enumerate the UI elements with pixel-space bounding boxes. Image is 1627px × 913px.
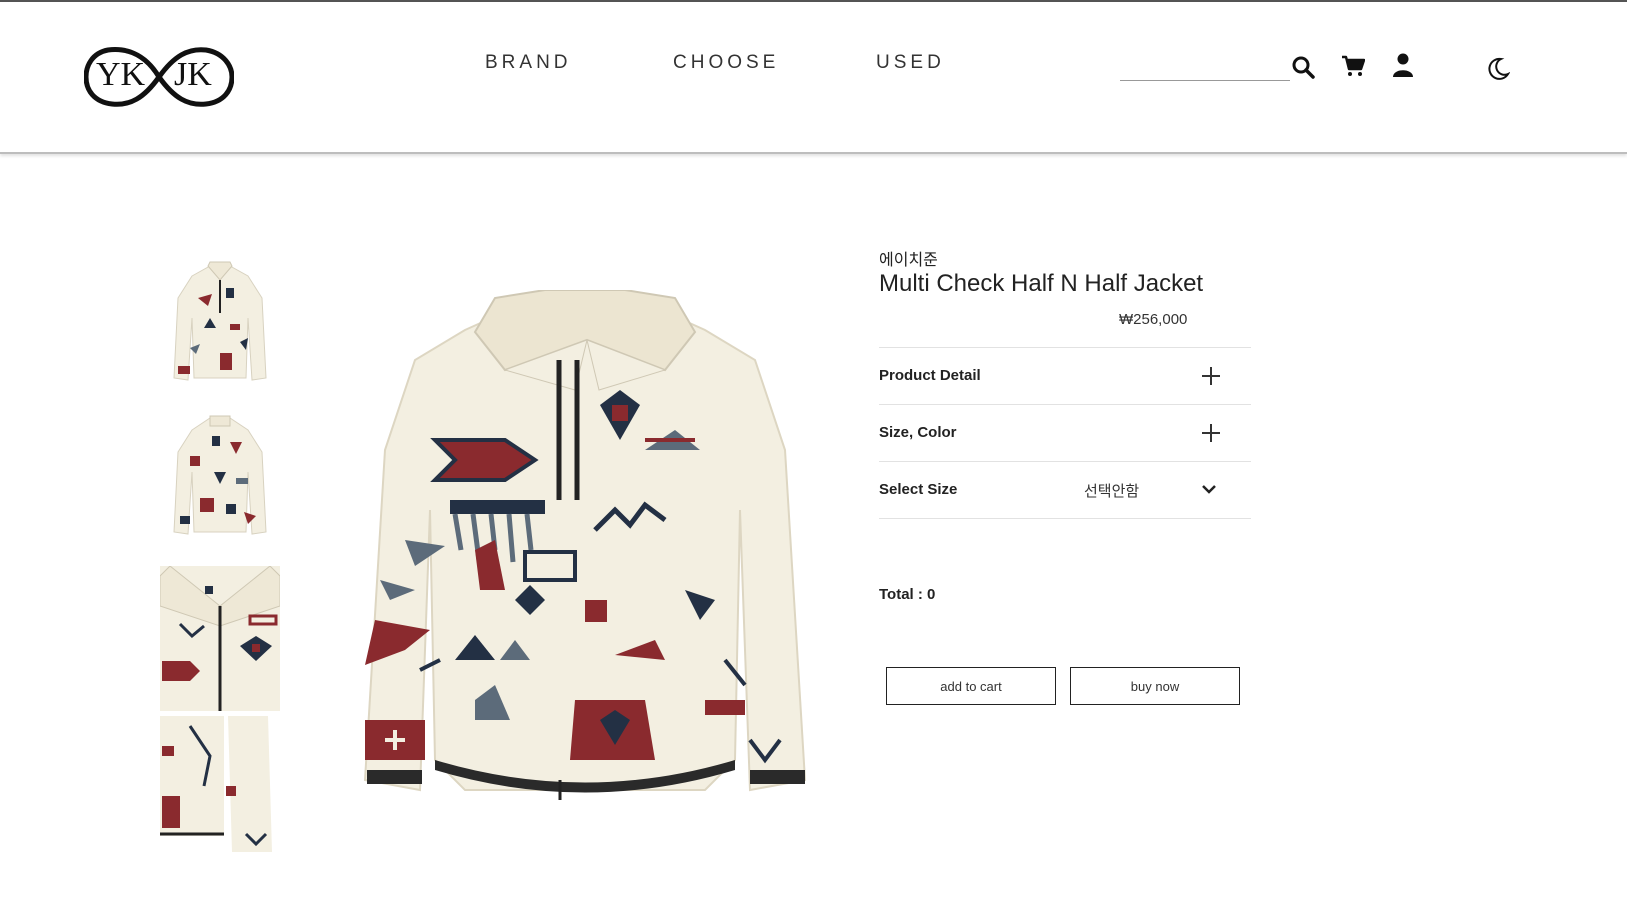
select-size-dropdown[interactable]: 선택안함 — [1084, 480, 1139, 501]
size-color-label: Size, Color — [879, 424, 957, 441]
thumbnail-back[interactable] — [160, 412, 280, 547]
site-header: YK JK BRAND CHOOSE USED — [0, 2, 1627, 154]
search-input[interactable] — [1120, 57, 1289, 81]
product-price: ₩256,000 — [1119, 311, 1188, 328]
user-icon[interactable] — [1392, 53, 1414, 82]
chevron-down-icon[interactable] — [1201, 482, 1217, 500]
total-amount: Total : 0 — [879, 586, 936, 603]
thumbnail-collar-detail[interactable] — [160, 566, 280, 711]
expand-plus-icon[interactable] — [1201, 366, 1221, 386]
select-size-label: Select Size — [879, 481, 958, 498]
search-icon[interactable] — [1291, 55, 1315, 84]
size-color-row[interactable]: Size, Color — [879, 404, 1251, 461]
product-title: Multi Check Half N Half Jacket — [879, 270, 1204, 297]
nav-used[interactable]: USED — [876, 52, 945, 74]
thumbnail-front[interactable] — [160, 258, 280, 393]
logo-right-text: JK — [174, 56, 212, 93]
search-underline — [1120, 80, 1290, 81]
moon-icon[interactable] — [1486, 57, 1511, 86]
thumbnail-sleeve-detail[interactable] — [160, 716, 280, 856]
nav-brand[interactable]: BRAND — [485, 52, 572, 74]
main-product-image — [345, 289, 820, 830]
expand-plus-icon[interactable] — [1201, 423, 1221, 443]
product-brand: 에이치준 — [879, 252, 938, 269]
logo-left-text: YK — [96, 56, 146, 93]
product-detail-row[interactable]: Product Detail — [879, 347, 1251, 404]
buy-now-button[interactable]: buy now — [1070, 667, 1240, 705]
nav-choose[interactable]: CHOOSE — [673, 52, 779, 74]
cart-icon[interactable] — [1341, 54, 1366, 83]
product-detail-label: Product Detail — [879, 367, 981, 384]
site-logo[interactable]: YK JK — [83, 44, 235, 110]
select-size-row[interactable]: Select Size 선택안함 — [879, 461, 1251, 519]
add-to-cart-button[interactable]: add to cart — [886, 667, 1056, 705]
